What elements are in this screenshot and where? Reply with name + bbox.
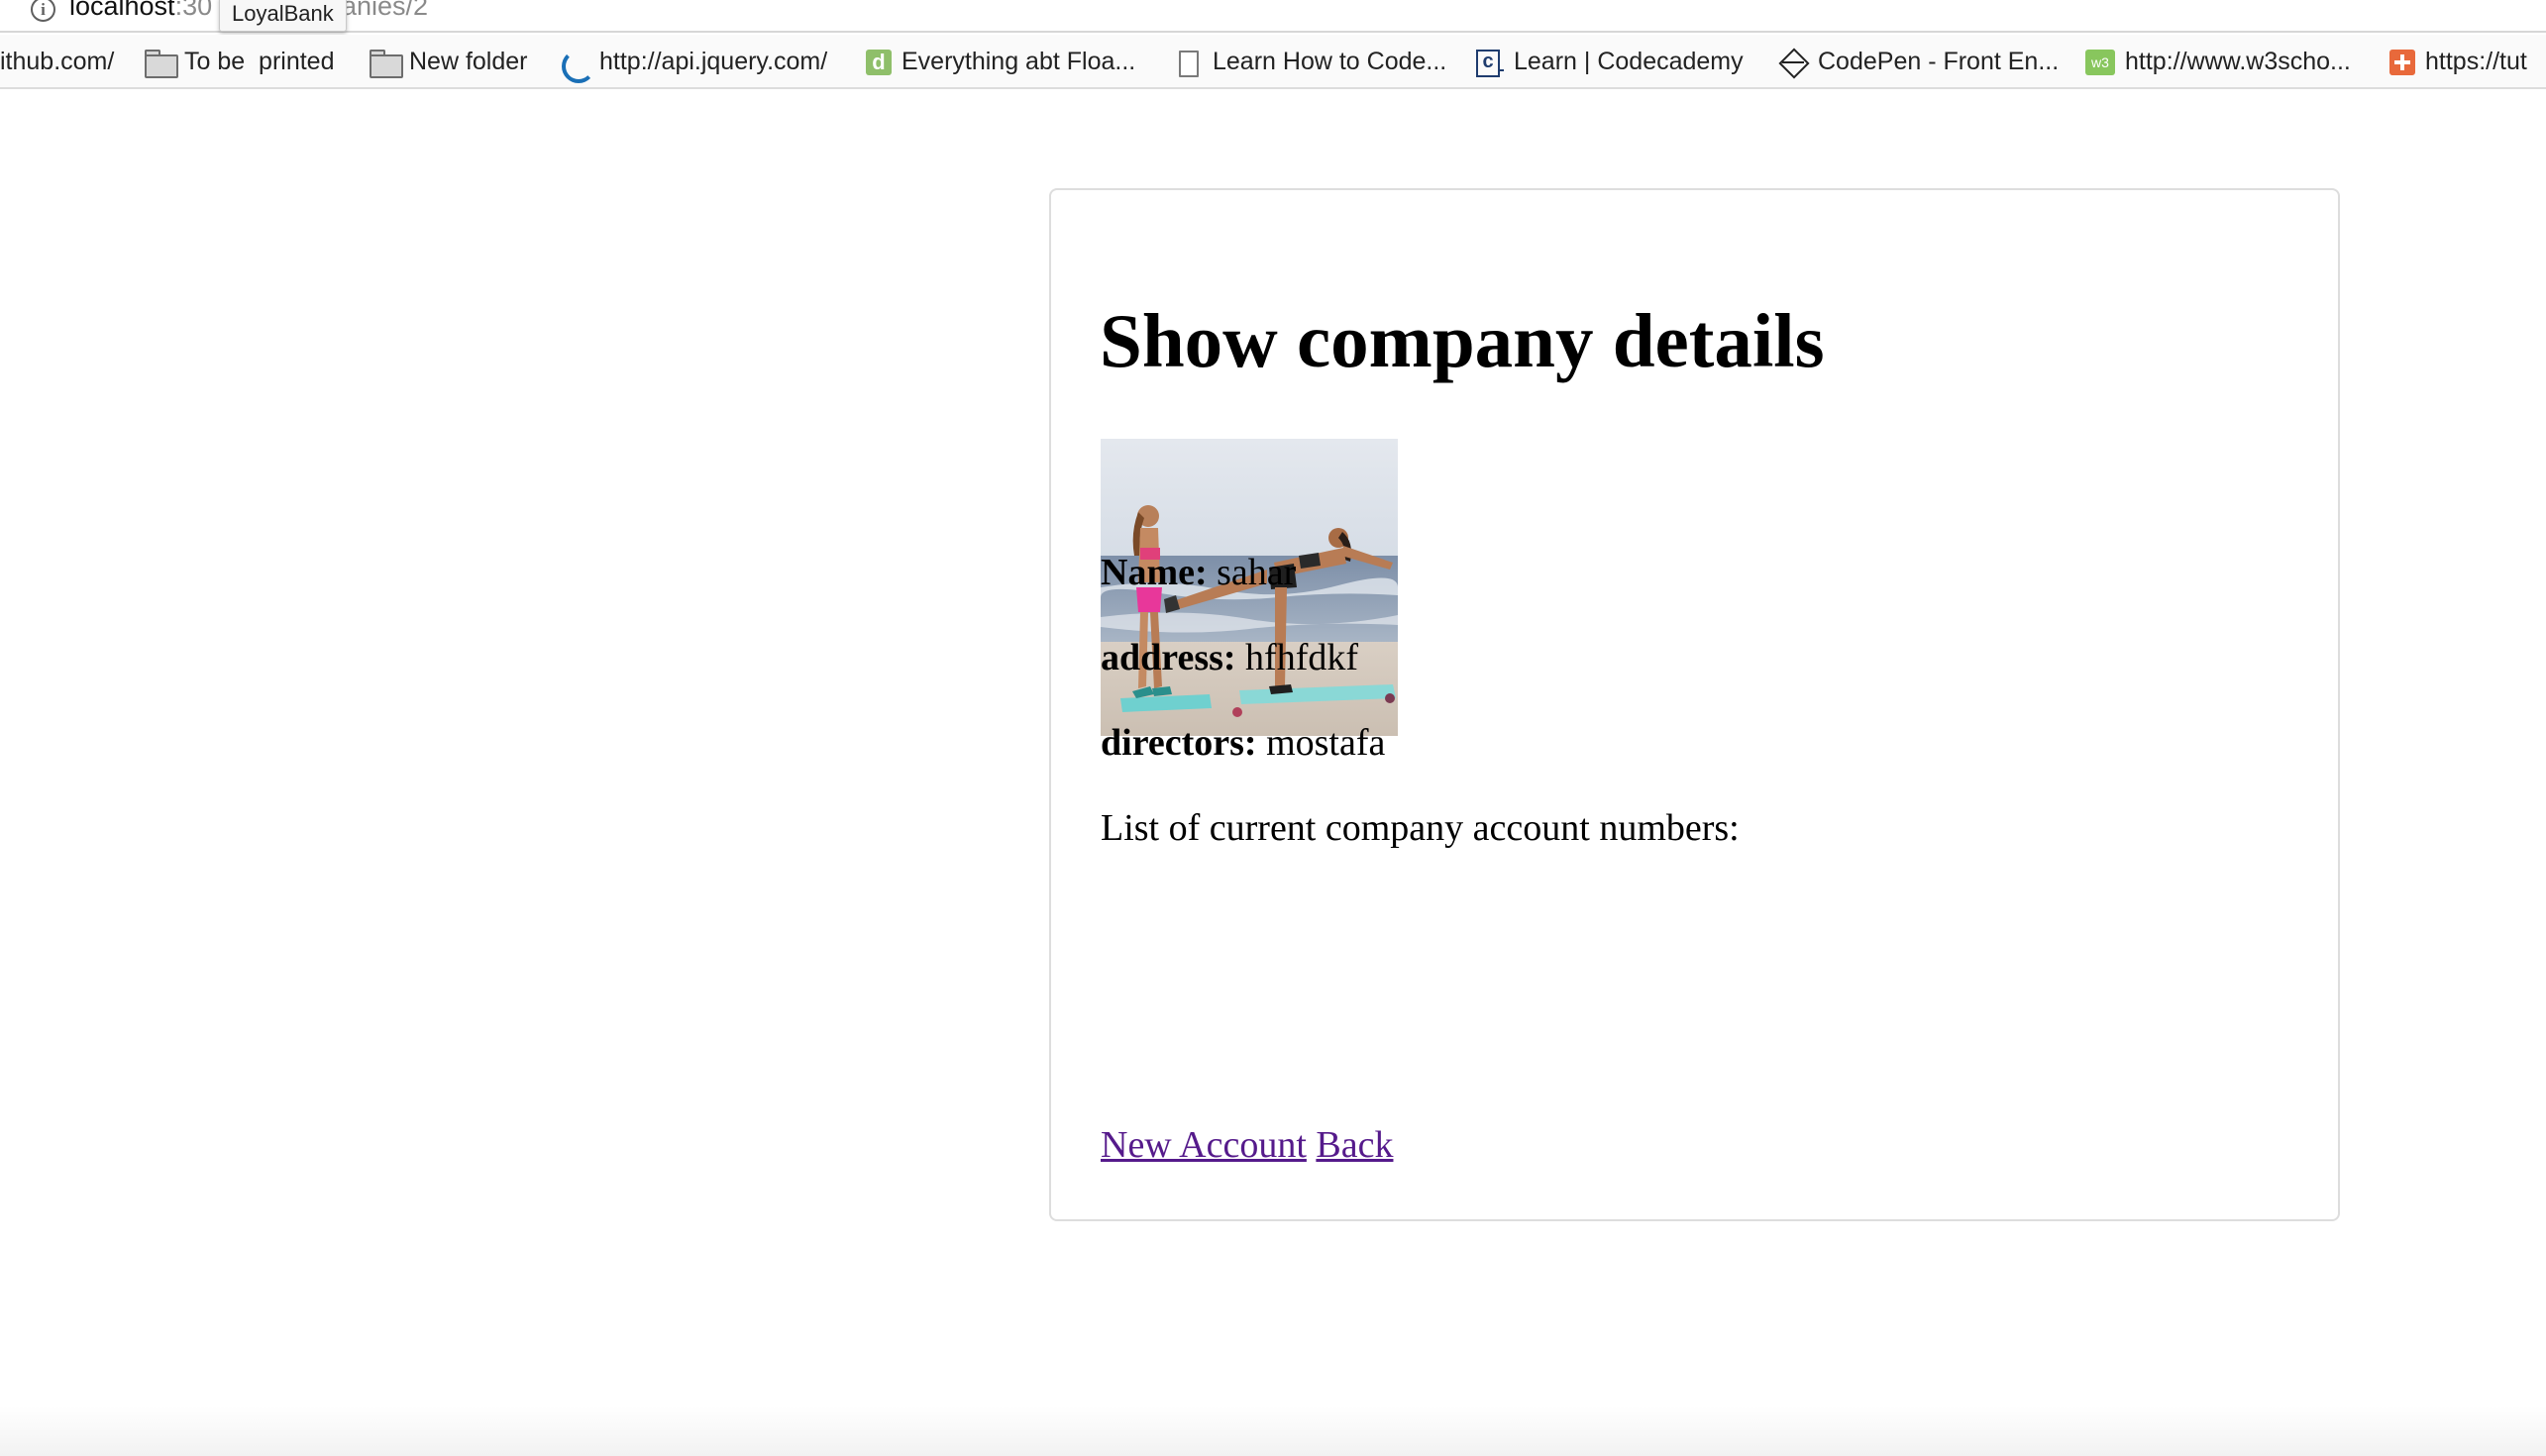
bookmark-label: http://api.jquery.com/ [599,48,828,75]
info-icon[interactable]: i [31,0,55,22]
company-address-row: address: hfhfdkf [1101,636,1358,679]
name-value: sahar [1217,552,1297,593]
page-title: Show company details [1100,298,1825,383]
page-icon [1173,50,1203,77]
bookmark-label: Learn How to Code... [1213,48,1447,75]
directors-value: mostafa [1266,722,1386,764]
bookmark-learn-how-to-code[interactable]: Learn How to Code... [1173,35,1447,87]
bookmark-github[interactable]: ithub.com/ [0,35,115,87]
codepen-icon [1778,50,1808,75]
bookmark-label: New folder [409,48,528,75]
url-host: localhost [69,0,175,21]
back-link[interactable]: Back [1316,1124,1393,1166]
jquery-icon [560,49,595,83]
action-links: New Account Back [1101,1123,1393,1167]
url-port: :30 [174,0,213,21]
bookmark-label: Everything abt Floa... [902,48,1136,75]
url-path: anies/2 [342,0,429,21]
bookmark-everything-floats[interactable]: d Everything abt Floa... [866,35,1136,87]
address-label: address: [1101,637,1236,678]
d-favicon-icon: d [866,49,892,75]
bookmark-codepen[interactable]: CodePen - Front En... [1778,35,2060,87]
accounts-heading: List of current company account numbers: [1101,807,1740,849]
codecademy-icon [1474,49,1504,77]
bookmark-label: ithub.com/ [0,48,115,75]
bookmark-label: Learn | Codecademy [1514,48,1744,75]
company-details-card: Show company details Name: sahar address… [1049,188,2340,1221]
url-text[interactable]: localhost:30 anies/2 [69,0,428,22]
bookmark-codecademy[interactable]: Learn | Codecademy [1474,35,1744,87]
bookmark-tut[interactable]: https://tut [2389,35,2527,87]
bookmark-label: https://tut [2425,48,2527,75]
bookmark-label: To be printed [184,48,335,75]
tab-tooltip: LoyalBank [219,0,347,32]
address-value: hfhfdkf [1245,637,1359,678]
folder-icon [145,49,178,78]
company-directors-row: directors: mostafa [1101,721,1385,765]
w3schools-icon: w3 [2085,49,2115,75]
bookmark-to-be-printed[interactable]: To be printed [145,35,335,87]
bottom-edge [0,1406,2546,1456]
bookmark-jquery[interactable]: http://api.jquery.com/ [560,35,828,87]
bookmark-label: CodePen - Front En... [1818,48,2060,75]
address-bar[interactable]: i localhost:30 anies/2 LoyalBank [0,0,2546,33]
name-label: Name: [1101,552,1208,593]
folder-icon [370,49,403,78]
directors-label: directors: [1101,722,1257,764]
bookmarks-bar: ithub.com/ To be printed New folder http… [0,35,2546,89]
new-account-link[interactable]: New Account [1101,1124,1307,1166]
plus-favicon-icon [2389,49,2415,75]
bookmark-w3schools[interactable]: w3 http://www.w3scho... [2085,35,2351,87]
company-name-row: Name: sahar [1101,551,1296,594]
bookmark-new-folder[interactable]: New folder [370,35,528,87]
bookmark-label: http://www.w3scho... [2125,48,2351,75]
